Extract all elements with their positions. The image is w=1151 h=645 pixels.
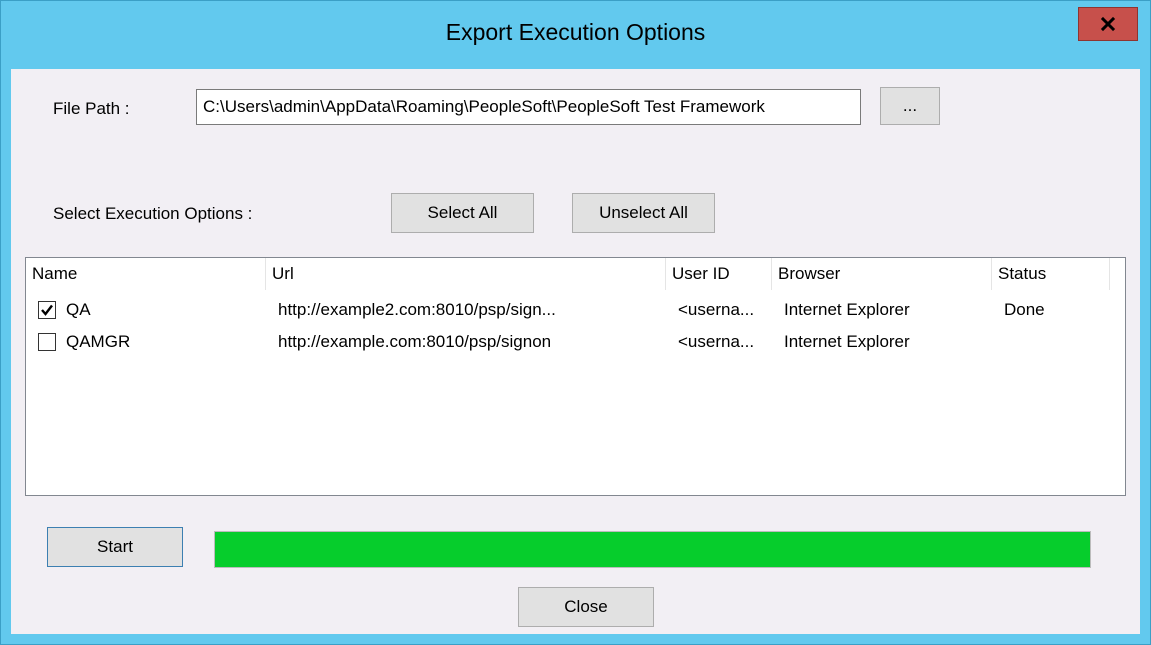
- close-icon: [1100, 16, 1116, 32]
- row-browser: Internet Explorer: [784, 332, 910, 351]
- close-window-button[interactable]: [1078, 7, 1138, 41]
- row-user-id: <userna...: [678, 332, 755, 351]
- row-url: http://example2.com:8010/psp/sign...: [278, 300, 556, 319]
- file-path-label: File Path :: [53, 99, 130, 118]
- row-url: http://example.com:8010/psp/signon: [278, 332, 552, 351]
- dialog-body: File Path : C:\Users\admin\AppData\Roami…: [11, 69, 1140, 634]
- window-title: Export Execution Options: [445, 19, 706, 45]
- dialog-window: Export Execution Options File Path : C:\…: [0, 0, 1151, 645]
- unselect-all-button[interactable]: Unselect All: [572, 193, 715, 233]
- column-header-browser[interactable]: Browser: [772, 258, 992, 290]
- execution-options-list[interactable]: Name Url User ID Browser Status QA http:…: [25, 257, 1126, 496]
- row-name: QA: [66, 300, 91, 319]
- column-header-status[interactable]: Status: [992, 258, 1110, 290]
- row-browser: Internet Explorer: [784, 300, 910, 319]
- start-button[interactable]: Start: [47, 527, 183, 567]
- column-header-user-id[interactable]: User ID: [666, 258, 772, 290]
- row-checkbox[interactable]: [38, 333, 56, 351]
- column-header-name[interactable]: Name: [26, 258, 266, 290]
- title-bar[interactable]: Export Execution Options: [1, 1, 1150, 69]
- list-header: Name Url User ID Browser Status: [26, 258, 1125, 290]
- execution-options-label: Select Execution Options :: [53, 204, 253, 223]
- close-button[interactable]: Close: [518, 587, 654, 627]
- row-name: QAMGR: [66, 332, 131, 351]
- row-checkbox[interactable]: [38, 301, 56, 319]
- select-all-button[interactable]: Select All: [391, 193, 534, 233]
- row-user-id: <userna...: [678, 300, 755, 319]
- checkmark-icon: [41, 304, 53, 316]
- progress-fill: [215, 532, 1090, 567]
- column-header-url[interactable]: Url: [266, 258, 666, 290]
- table-row[interactable]: QAMGR http://example.com:8010/psp/signon…: [26, 326, 1125, 358]
- row-status: Done: [1004, 300, 1045, 319]
- file-path-field[interactable]: C:\Users\admin\AppData\Roaming\PeopleSof…: [196, 89, 861, 125]
- table-row[interactable]: QA http://example2.com:8010/psp/sign... …: [26, 294, 1125, 326]
- browse-button[interactable]: ...: [880, 87, 940, 125]
- progress-bar: [214, 531, 1091, 568]
